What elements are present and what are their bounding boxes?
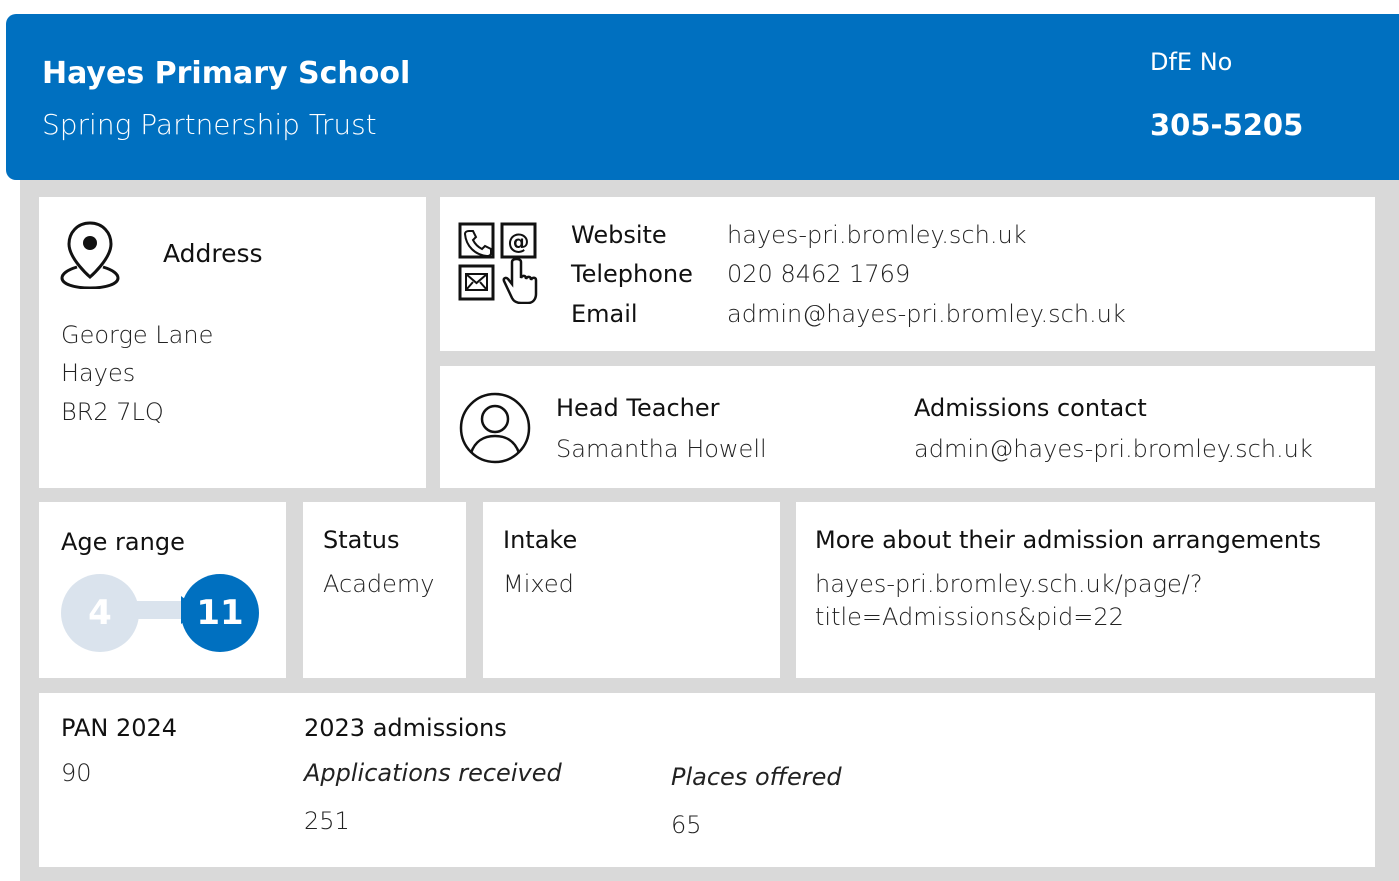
- email-link[interactable]: admin@hayes-pri.bromley.sch.uk: [727, 300, 1126, 328]
- intake-label: Intake: [503, 526, 578, 554]
- status-card: Status Academy: [303, 502, 466, 678]
- age-range-card: Age range 4 11: [39, 502, 286, 678]
- contact-methods-icon: @: [458, 222, 538, 304]
- arrangements-link-line-1[interactable]: hayes-pri.bromley.sch.uk/page/?: [815, 570, 1203, 598]
- pan-value: 90: [61, 759, 92, 787]
- intake-card: Intake Mixed: [483, 502, 780, 678]
- website-link[interactable]: hayes-pri.bromley.sch.uk: [727, 221, 1027, 249]
- age-to-circle: 11: [181, 574, 259, 652]
- admissions-contact-email[interactable]: admin@hayes-pri.bromley.sch.uk: [914, 435, 1313, 463]
- email-label: Email: [571, 300, 638, 328]
- address-line-3: BR2 7LQ: [61, 398, 164, 426]
- admissions-contact-label: Admissions contact: [914, 394, 1147, 422]
- arrangements-label: More about their admission arrangements: [815, 526, 1321, 554]
- places-offered-value: 65: [671, 811, 702, 839]
- dfe-label: DfE No: [1150, 48, 1233, 76]
- person-icon: [459, 392, 531, 464]
- telephone-number[interactable]: 020 8462 1769: [727, 260, 910, 288]
- svg-text:@: @: [508, 230, 530, 255]
- head-teacher-name: Samantha Howell: [556, 435, 767, 463]
- intake-value: Mixed: [503, 570, 574, 598]
- telephone-label: Telephone: [571, 260, 693, 288]
- address-line-1: George Lane: [61, 321, 214, 349]
- applications-label: Applications received: [304, 759, 562, 787]
- map-pin-icon: [60, 221, 120, 289]
- applications-value: 251: [304, 807, 350, 835]
- arrangements-card: More about their admission arrangements …: [796, 502, 1375, 678]
- address-heading: Address: [163, 239, 263, 268]
- arrangements-link-line-2[interactable]: title=Admissions&pid=22: [815, 603, 1124, 631]
- school-name: Hayes Primary School: [42, 56, 411, 91]
- address-card: Address George Lane Hayes BR2 7LQ: [39, 197, 426, 488]
- age-from-circle: 4: [61, 574, 139, 652]
- website-label: Website: [571, 221, 667, 249]
- address-line-2: Hayes: [61, 359, 136, 387]
- trust-name: Spring Partnership Trust: [42, 108, 377, 141]
- admissions-2023-label: 2023 admissions: [304, 714, 507, 742]
- status-label: Status: [323, 526, 400, 554]
- status-value: Academy: [323, 570, 435, 598]
- people-card: Head Teacher Samantha Howell Admissions …: [440, 366, 1375, 488]
- pan-label: PAN 2024: [61, 714, 178, 742]
- head-teacher-label: Head Teacher: [556, 394, 720, 422]
- school-header: Hayes Primary School Spring Partnership …: [6, 14, 1399, 180]
- places-offered-label: Places offered: [671, 763, 842, 791]
- pan-admissions-card: PAN 2024 90 2023 admissions Applications…: [39, 693, 1375, 867]
- contact-card: @ Website hayes-pri.bromley.sch.uk Telep…: [440, 197, 1375, 351]
- dfe-number: 305-5205: [1150, 108, 1304, 142]
- age-range-label: Age range: [61, 528, 185, 556]
